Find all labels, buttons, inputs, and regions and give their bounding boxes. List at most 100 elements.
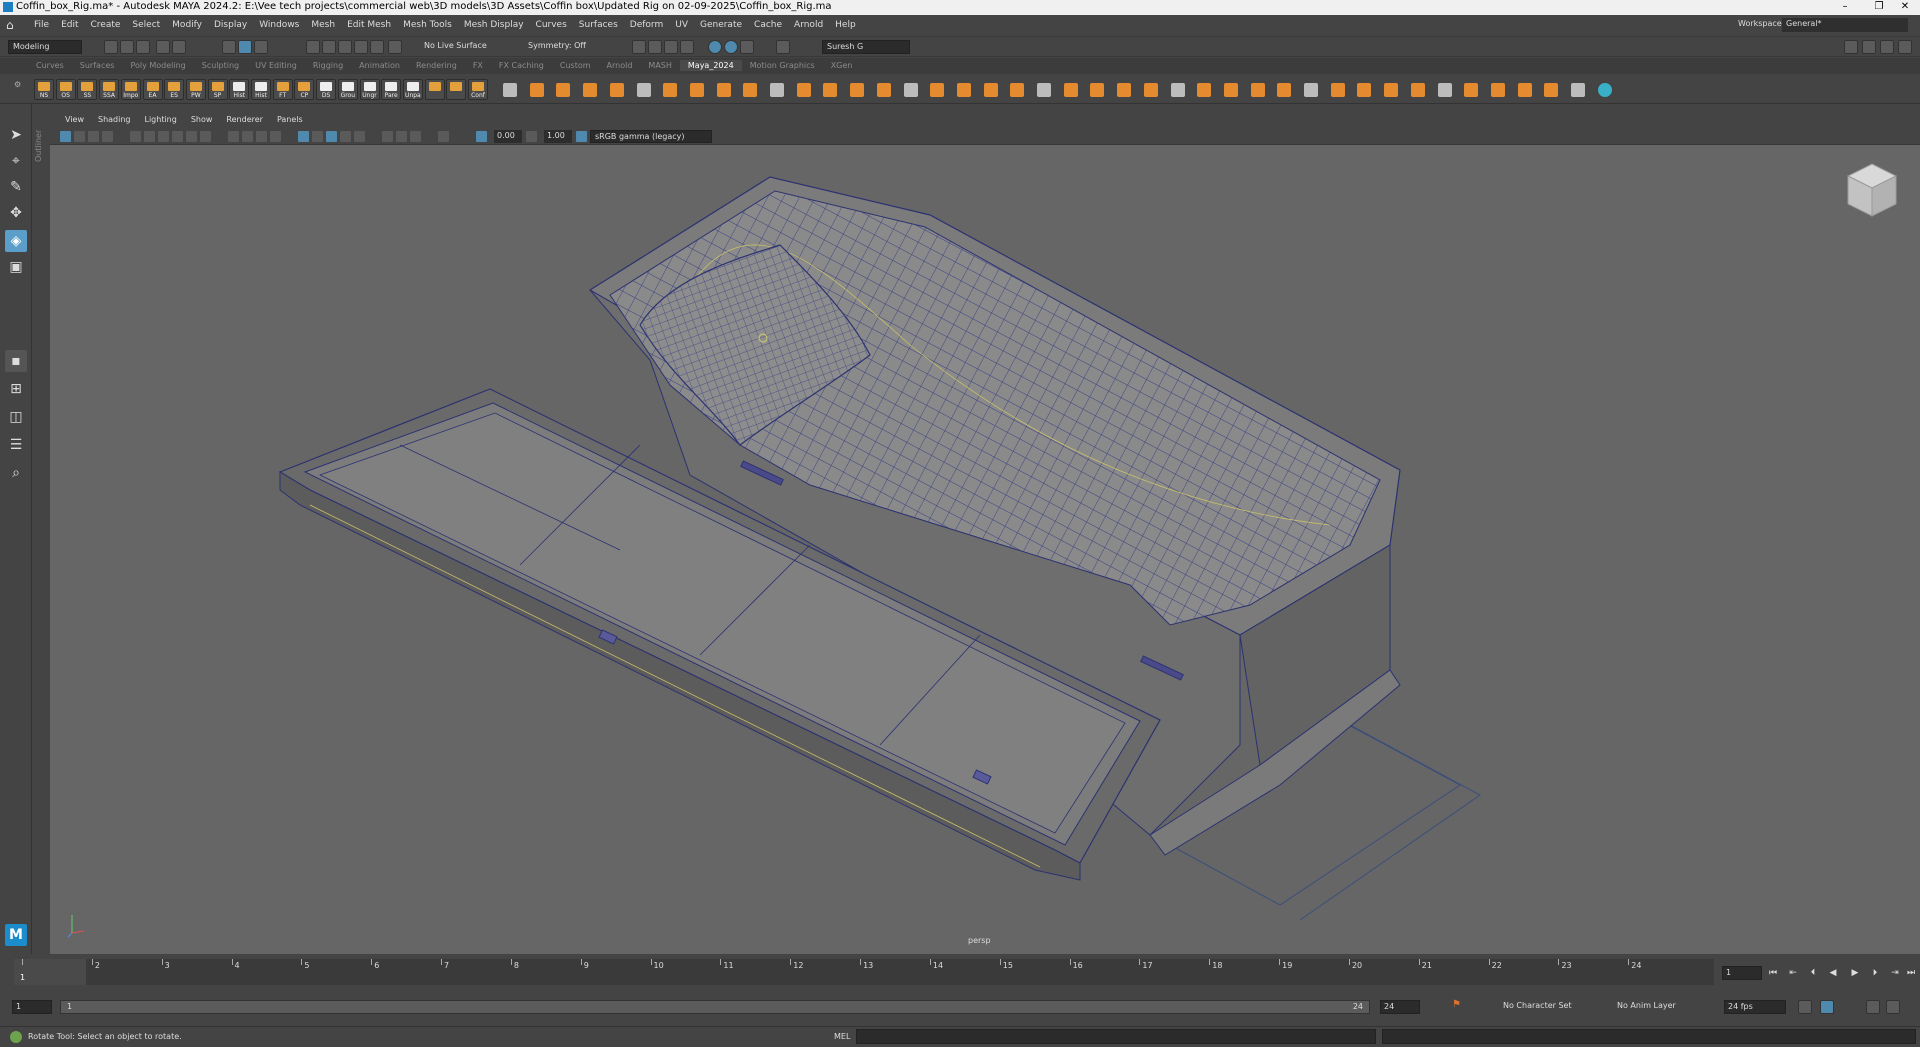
poly-tool-icon[interactable] [1408,80,1428,100]
exposure-field[interactable]: 0.00 [494,130,522,143]
poly-tool-icon[interactable] [1087,80,1107,100]
shelf-button[interactable]: Hist [229,79,250,100]
menu-item[interactable]: Generate [694,20,748,30]
shelf-tab[interactable]: FX Caching [491,60,552,71]
pause-ipr-icon[interactable] [776,40,790,54]
menu-item[interactable]: Create [85,20,127,30]
poly-tool-icon[interactable] [607,80,627,100]
poly-tool-icon[interactable] [981,80,1001,100]
poly-tool-icon[interactable] [1328,80,1348,100]
arnold-ipr-icon[interactable] [740,40,754,54]
shelf-tab[interactable]: Animation [351,60,408,71]
wireframe-icon[interactable] [256,131,267,142]
animation-start-field[interactable]: 1 [12,1000,52,1014]
shelf-button[interactable]: Grou [337,79,358,100]
snap-curve-icon[interactable] [322,40,336,54]
poly-tool-icon[interactable] [740,80,760,100]
close-icon[interactable]: ✕ [1890,0,1920,15]
poly-tool-icon[interactable] [1007,80,1027,100]
render-frame-icon[interactable] [648,40,662,54]
snap-point-icon[interactable] [338,40,352,54]
channel-box-icon[interactable] [1898,40,1912,54]
user-account-dropdown[interactable]: Suresh G [822,40,910,54]
rotate-tool-icon[interactable]: ◈ [5,230,27,252]
shelf-button[interactable]: Pare [381,79,402,100]
select-tool-icon[interactable]: ➤ [5,124,27,146]
select-hierarchy-icon[interactable] [222,40,236,54]
shadows-icon[interactable] [396,131,407,142]
poly-tool-icon[interactable] [901,80,921,100]
gamma-field[interactable]: 1.00 [544,130,572,143]
sound-icon[interactable] [1866,1000,1880,1014]
poly-tool-icon[interactable] [1541,80,1561,100]
go-to-end-icon[interactable]: ⏭ [1904,966,1918,980]
camera-attributes-icon[interactable] [74,131,85,142]
go-to-start-icon[interactable]: ⏮ [1766,966,1780,980]
poly-tool-icon[interactable] [580,80,600,100]
shelf-button[interactable]: FT [272,79,293,100]
shelf-button[interactable] [446,79,467,100]
snap-surface-icon[interactable] [370,40,384,54]
grid-icon[interactable] [158,131,169,142]
shelf-tab[interactable]: Maya_2024 [679,60,742,71]
poly-tool-icon[interactable] [1381,80,1401,100]
poly-tool-icon[interactable] [1435,80,1455,100]
arnold-render-icon[interactable] [724,40,738,54]
menu-item[interactable]: Mesh Display [458,20,530,30]
snap-view-icon[interactable] [354,40,368,54]
use-default-material-icon[interactable] [340,131,351,142]
poly-tool-icon[interactable] [847,80,867,100]
range-slider[interactable]: 1 24 [60,1000,1370,1014]
safe-title-icon[interactable] [242,131,253,142]
menu-item[interactable]: File [28,20,55,30]
shelf-tab[interactable]: Sculpting [194,60,247,71]
menu-item[interactable]: Edit Mesh [341,20,397,30]
menu-item[interactable]: Help [829,20,862,30]
scene-render[interactable] [50,145,1920,954]
save-scene-icon[interactable] [136,40,150,54]
shelf-button[interactable]: ES [164,79,185,100]
menu-item[interactable]: Mesh [305,20,341,30]
shelf-button[interactable]: SSA [99,79,120,100]
menu-item[interactable]: Edit [55,20,84,30]
search-icon[interactable]: ⌕ [5,462,27,484]
shelf-tab[interactable]: MASH [640,60,679,71]
menu-item[interactable]: Display [208,20,253,30]
poly-tool-icon[interactable] [1061,80,1081,100]
auto-key-icon[interactable]: ⚑ [1452,999,1464,1013]
poly-tool-icon[interactable] [634,80,654,100]
symmetry-dropdown[interactable]: Symmetry: Off [524,40,604,54]
attribute-editor-icon[interactable] [1862,40,1876,54]
bookmarks-icon[interactable] [88,131,99,142]
undo-icon[interactable] [156,40,170,54]
select-object-icon[interactable] [238,40,252,54]
step-forward-frame-icon[interactable]: ⏵ [1868,966,1882,980]
smooth-shade-icon[interactable] [270,131,281,142]
hypershade-icon[interactable] [708,40,722,54]
shelf-settings-icon[interactable]: ⚙ [14,80,21,98]
select-component-icon[interactable] [254,40,268,54]
shelf-button[interactable]: PW [185,79,206,100]
menu-item[interactable]: UV [669,20,694,30]
time-slider[interactable]: 1 2 3 4 5 6 7 8 9 10 11 12 13 14 15 16 17 18 19 20 21 22 23 24 [14,959,1714,985]
ambient-occlusion-icon[interactable] [410,131,421,142]
menu-item[interactable]: Mesh Tools [397,20,458,30]
poly-tool-icon[interactable] [1221,80,1241,100]
gate-mask-icon[interactable] [200,131,211,142]
make-live-icon[interactable] [388,40,402,54]
poly-tool-icon[interactable] [714,80,734,100]
two-d-pan-zoom-icon[interactable] [130,131,141,142]
xray-icon[interactable] [312,131,323,142]
shelf-button[interactable] [424,79,445,100]
character-set-dropdown[interactable]: No Character Set [1500,1000,1596,1014]
script-language-toggle[interactable]: MEL [834,1032,850,1041]
color-management-icon[interactable] [576,131,587,142]
cached-playback-icon[interactable] [1820,1000,1834,1014]
shelf-button[interactable]: NS [34,79,54,100]
safe-action-icon[interactable] [228,131,239,142]
image-plane-icon[interactable] [102,131,113,142]
step-back-frame-icon[interactable]: ⏴ [1806,966,1820,980]
render-settings-icon[interactable] [680,40,694,54]
single-perspective-layout-icon[interactable]: ▪ [5,350,27,372]
animation-preferences-icon[interactable] [1886,1000,1900,1014]
